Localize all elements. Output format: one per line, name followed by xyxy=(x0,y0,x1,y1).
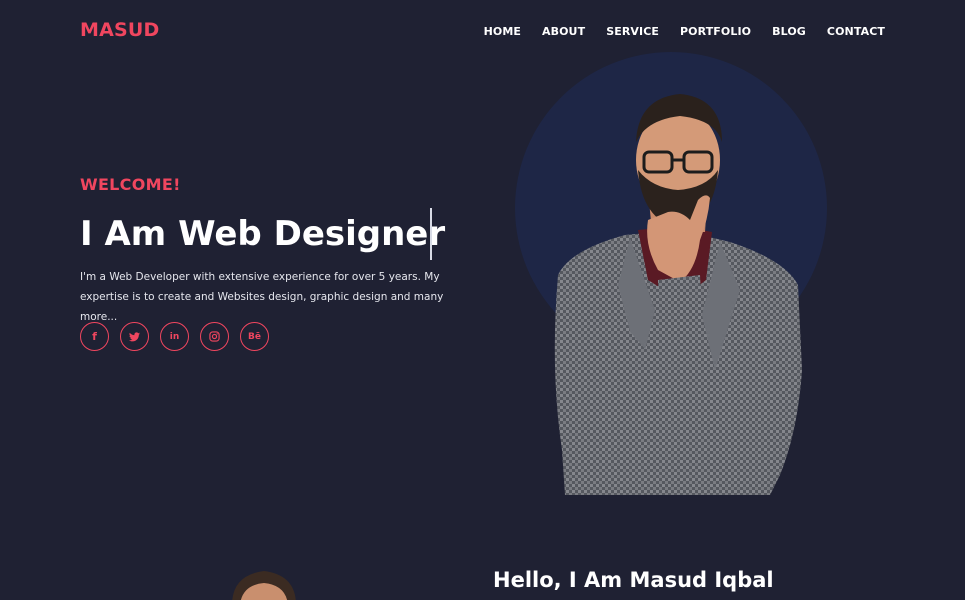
nav-contact[interactable]: CONTACT xyxy=(827,25,885,38)
social-linkedin[interactable]: in xyxy=(160,322,189,351)
social-links: f in Bē xyxy=(80,322,269,351)
nav-service[interactable]: SERVICE xyxy=(606,25,659,38)
about-title: Hello, I Am Masud Iqbal xyxy=(493,568,774,592)
behance-icon: Bē xyxy=(248,331,261,342)
instagram-icon xyxy=(209,331,220,342)
site-logo[interactable]: MASUD xyxy=(80,19,160,41)
hero-intro: I'm a Web Developer with extensive exper… xyxy=(80,271,444,323)
main-nav: HOME ABOUT SERVICE PORTFOLIO BLOG CONTAC… xyxy=(484,25,885,38)
nav-portfolio[interactable]: PORTFOLIO xyxy=(680,25,751,38)
hero-welcome: WELCOME! xyxy=(80,175,181,194)
hero-portrait xyxy=(554,94,802,495)
social-facebook[interactable]: f xyxy=(80,322,109,351)
twitter-icon xyxy=(129,331,140,341)
typing-caret xyxy=(430,208,432,260)
linkedin-icon: in xyxy=(169,331,180,342)
social-instagram[interactable] xyxy=(200,322,229,351)
facebook-icon: f xyxy=(92,330,97,343)
nav-blog[interactable]: BLOG xyxy=(772,25,806,38)
about-portrait xyxy=(232,571,296,600)
hero-headline: I Am Web Designer xyxy=(80,214,446,254)
social-twitter[interactable] xyxy=(120,322,149,351)
social-behance[interactable]: Bē xyxy=(240,322,269,351)
nav-home[interactable]: HOME xyxy=(484,25,521,38)
page: MASUD HOME ABOUT SERVICE PORTFOLIO BLOG … xyxy=(0,0,965,600)
nav-about[interactable]: ABOUT xyxy=(542,25,585,38)
